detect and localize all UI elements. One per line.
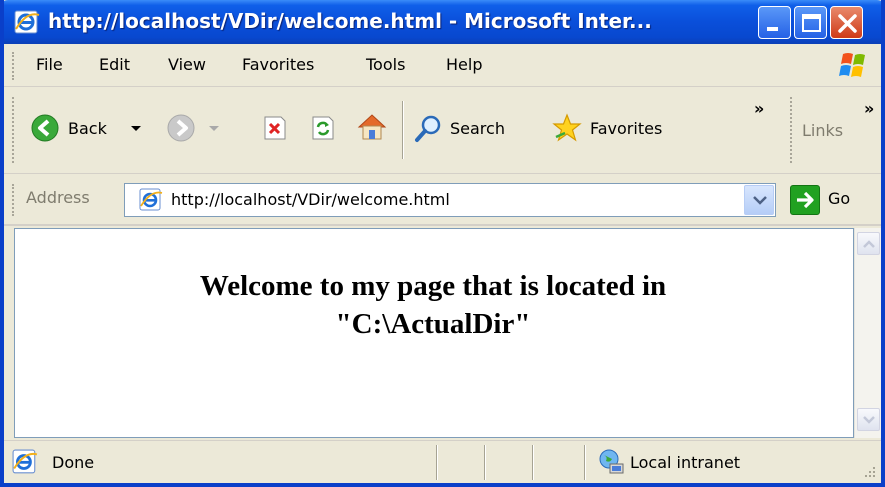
favorites-label: Favorites	[590, 119, 663, 138]
status-bar: Done Local intranet	[4, 440, 881, 483]
standard-toolbar: Back Search Favorites » Links »	[4, 87, 881, 174]
address-url: http://localhost/VDir/welcome.html	[171, 190, 450, 209]
maximize-button[interactable]	[794, 6, 827, 39]
menu-help[interactable]: Help	[446, 55, 482, 74]
menu-edit[interactable]: Edit	[99, 55, 130, 74]
maximize-icon	[802, 14, 821, 32]
favorites-button[interactable]: Favorites	[552, 111, 702, 147]
page-viewport: Welcome to my page that is located in "C…	[14, 228, 854, 438]
links-label[interactable]: Links	[802, 121, 843, 140]
forward-arrow-icon	[167, 114, 195, 142]
search-label: Search	[450, 119, 505, 138]
status-page-icon	[12, 449, 38, 474]
page-heading: Welcome to my page that is located in "C…	[15, 267, 851, 343]
home-icon[interactable]	[356, 111, 388, 143]
status-separator	[532, 445, 534, 480]
address-label: Address	[26, 188, 90, 207]
refresh-icon[interactable]	[310, 115, 336, 141]
heading-line-1: Welcome to my page that is located in	[199, 270, 667, 302]
search-button[interactable]: Search	[414, 111, 534, 147]
security-zone-label: Local intranet	[630, 453, 741, 472]
minimize-button[interactable]	[758, 6, 791, 39]
status-text: Done	[52, 453, 95, 472]
page-ie-icon	[139, 188, 163, 211]
go-label[interactable]: Go	[828, 189, 850, 208]
favorites-star-icon	[552, 113, 582, 142]
menu-favorites[interactable]: Favorites	[242, 55, 314, 74]
back-button[interactable]: Back	[30, 111, 158, 147]
resize-grip-icon[interactable]	[861, 463, 877, 479]
menu-file[interactable]: File	[36, 55, 63, 74]
forward-dropdown-icon	[209, 126, 219, 131]
heading-line-2: "C:\ActualDir"	[335, 308, 531, 340]
minimize-icon	[767, 27, 778, 31]
address-dropdown-button[interactable]	[744, 185, 774, 215]
go-arrow-icon	[797, 191, 814, 209]
status-separator	[484, 445, 486, 480]
local-intranet-icon	[599, 449, 624, 474]
scroll-up-icon	[863, 240, 875, 248]
toolbar-overflow-chevron[interactable]: »	[754, 99, 764, 118]
browser-window: http://localhost/VDir/welcome.html - Mic…	[0, 0, 885, 487]
window-title: http://localhost/VDir/welcome.html - Mic…	[48, 9, 652, 33]
status-separator	[584, 445, 586, 480]
address-grip[interactable]	[12, 184, 15, 216]
menu-tools[interactable]: Tools	[366, 55, 405, 74]
menu-grip[interactable]	[12, 52, 15, 80]
stop-icon[interactable]	[262, 115, 288, 141]
toolbar-grip[interactable]	[12, 97, 15, 163]
back-label: Back	[68, 119, 107, 138]
forward-button[interactable]	[166, 111, 230, 147]
scroll-up-button[interactable]	[857, 232, 880, 255]
scroll-down-icon	[863, 416, 875, 424]
links-grip[interactable]	[790, 97, 793, 163]
windows-flag-icon	[839, 53, 865, 77]
back-dropdown-icon[interactable]	[130, 125, 142, 133]
chevron-down-icon	[753, 196, 767, 205]
status-separator	[436, 445, 438, 480]
links-overflow-chevron[interactable]: »	[864, 99, 874, 118]
menu-bar: File Edit View Favorites Tools Help	[4, 44, 881, 87]
go-button[interactable]	[790, 185, 820, 215]
scroll-down-button[interactable]	[857, 408, 880, 431]
vertical-scrollbar[interactable]	[854, 228, 881, 438]
back-arrow-icon	[31, 114, 59, 142]
address-toolbar: Address http://localhost/VDir/welcome.ht…	[4, 174, 881, 226]
search-icon	[415, 115, 441, 142]
address-input[interactable]: http://localhost/VDir/welcome.html	[124, 183, 776, 217]
ie-logo-icon	[14, 10, 40, 34]
title-bar[interactable]: http://localhost/VDir/welcome.html - Mic…	[4, 0, 881, 44]
close-button[interactable]	[830, 6, 863, 39]
menu-view[interactable]: View	[168, 55, 206, 74]
toolbar-separator	[402, 101, 404, 159]
close-icon	[838, 14, 857, 33]
